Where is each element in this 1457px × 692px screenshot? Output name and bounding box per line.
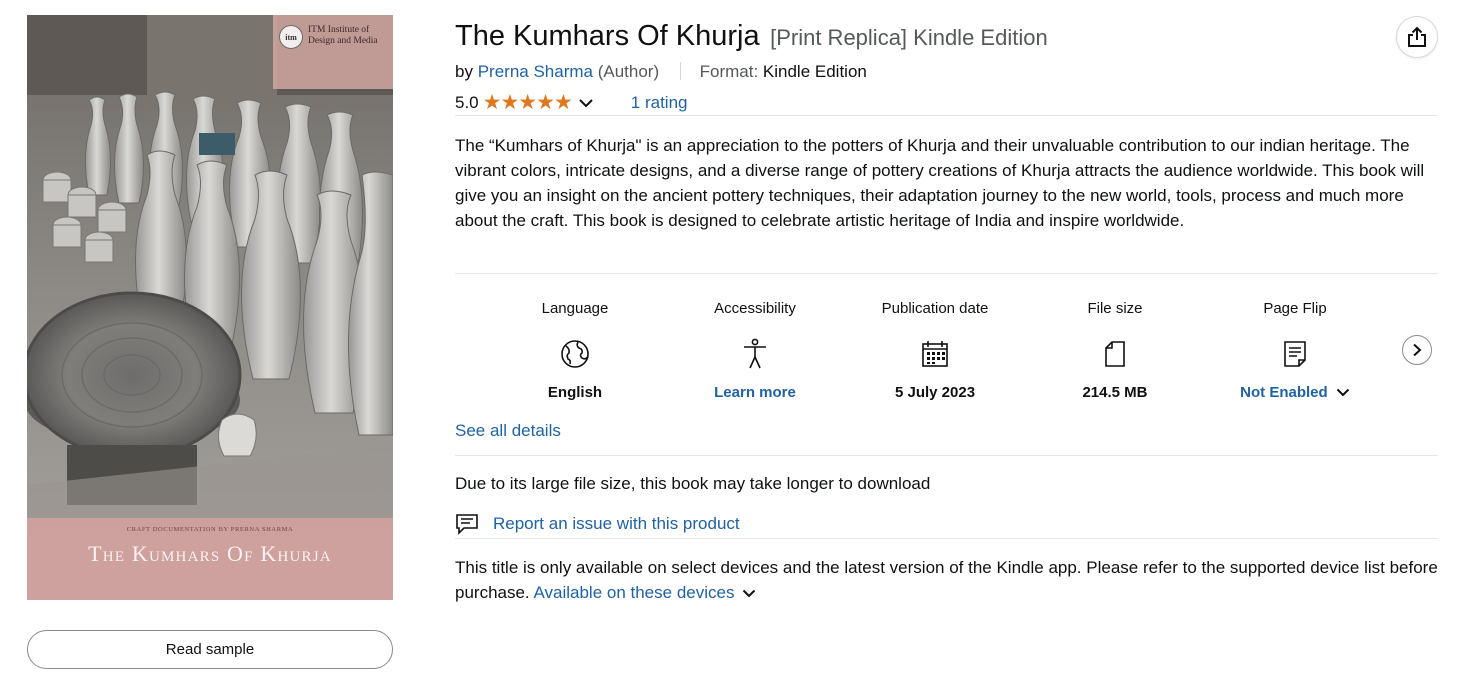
attribute-label: Page Flip [1263, 300, 1327, 317]
attribute-label: File size [1087, 300, 1143, 317]
attribute-accessibility: Accessibility Learn more [665, 300, 845, 401]
file-icon [1025, 330, 1205, 378]
chevron-right-icon [1413, 343, 1422, 357]
star-rating-icon[interactable]: ★★★★★ [483, 90, 573, 115]
publisher-name: ITM Institute of Design and Media [308, 25, 378, 46]
rating-row: 5.0 ★★★★★ 1 rating [455, 90, 687, 115]
cover-subline: CRAFT DOCUMENTATION BY PRERNA SHARMA [126, 526, 294, 533]
divider [455, 455, 1438, 456]
format-label: Format: [699, 62, 759, 81]
product-edition: [Print Replica] Kindle Edition [770, 25, 1048, 50]
publisher-logo: itm [279, 25, 303, 49]
read-sample-button[interactable]: Read sample [27, 630, 393, 669]
publisher-badge: itm ITM Institute of Design and Media [273, 15, 393, 89]
divider [455, 273, 1438, 274]
chevron-down-icon [1336, 388, 1350, 397]
product-title-row: The Kumhars Of Khurja [Print Replica] Ki… [455, 20, 1048, 53]
cover-title: The Kumhars Of Khurja [88, 541, 332, 566]
divider [455, 538, 1438, 539]
divider [455, 115, 1438, 116]
attribute-label: Publication date [881, 300, 989, 317]
attributes-next-button[interactable] [1402, 335, 1432, 365]
person-icon [665, 330, 845, 378]
attribute-value: English [547, 384, 603, 401]
page-flip-value: Not Enabled [1240, 384, 1328, 401]
attribute-file-size: File size 214.5 MB [1025, 300, 1205, 401]
product-attributes-carousel: Language English Accessibility Learn mor… [485, 300, 1385, 401]
rating-value: 5.0 [455, 92, 479, 112]
page-flip-icon [1205, 330, 1385, 378]
author-link[interactable]: Prerna Sharma [478, 62, 593, 81]
report-issue-label: Report an issue with this product [493, 514, 740, 533]
ratings-count-link[interactable]: 1 rating [631, 93, 688, 113]
author-role: (Author) [597, 62, 660, 81]
rating-chevron-down-icon[interactable] [578, 98, 594, 108]
share-icon [1408, 26, 1426, 47]
page-flip-dropdown[interactable]: Not Enabled [1205, 384, 1385, 401]
product-description: The “Kumhars of Khurja" is an appreciati… [455, 136, 1425, 230]
attribute-value: 214.5 MB [1082, 384, 1148, 401]
feedback-icon [456, 514, 478, 535]
devices-availability-note: This title is only available on select d… [455, 555, 1445, 605]
byline-divider [679, 62, 681, 80]
book-cover-image[interactable]: itm ITM Institute of Design and Media CR… [27, 15, 393, 600]
share-button[interactable] [1396, 16, 1438, 58]
attribute-page-flip: Page Flip Not Enabled [1205, 300, 1385, 401]
globe-icon [485, 330, 665, 378]
report-issue-link[interactable]: Report an issue with this product [455, 513, 740, 535]
by-label: by [455, 62, 473, 81]
available-devices-label: Available on these devices [533, 583, 735, 602]
attribute-label: Language [541, 300, 609, 317]
calendar-icon [845, 330, 1025, 378]
cover-title-band: CRAFT DOCUMENTATION BY PRERNA SHARMA The… [27, 518, 393, 600]
see-all-details-link[interactable]: See all details [455, 421, 561, 441]
attribute-language: Language English [485, 300, 665, 401]
byline: by Prerna Sharma (Author) Format: Kindle… [455, 62, 867, 82]
cover-photo-pottery [27, 15, 393, 600]
attribute-label: Accessibility [714, 300, 796, 317]
accessibility-learn-more-link[interactable]: Learn more [665, 384, 845, 401]
available-devices-link[interactable]: Available on these devices [533, 583, 756, 602]
download-size-note: Due to its large file size, this book ma… [455, 474, 931, 493]
chevron-down-icon [742, 589, 756, 598]
format-value: Kindle Edition [762, 62, 867, 81]
attribute-publication-date: Publication date 5 July 2023 [845, 300, 1025, 401]
product-title: The Kumhars Of Khurja [455, 20, 760, 52]
attribute-value: 5 July 2023 [894, 384, 976, 401]
